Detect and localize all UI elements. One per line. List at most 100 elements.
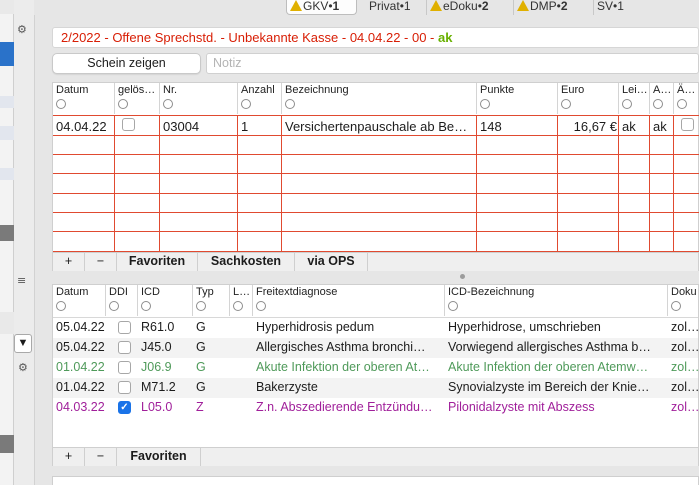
- table-row[interactable]: 01.04.22 J06.9 G Akute Infektion der oberen…: [53, 358, 698, 378]
- cell-bezeichnung: Pilonidalzyste mit Abszess: [448, 400, 595, 414]
- column-header-datum[interactable]: Datum: [53, 83, 115, 114]
- cell-a: ak: [653, 119, 667, 134]
- cell-doku: zol…: [671, 380, 698, 394]
- cell-freitext: Hyperhidrosis pedum: [256, 320, 375, 334]
- case-title: 2/2022 - Offene Sprechstd. - Unbekannte …: [52, 27, 699, 48]
- splitter-handle[interactable]: [460, 274, 465, 279]
- left-panel-row[interactable]: [0, 96, 14, 108]
- cell-doku: zol…: [671, 400, 698, 414]
- gear-icon[interactable]: ⚙: [18, 362, 28, 374]
- tab-label: SV: [597, 0, 614, 13]
- table-row[interactable]: 04.03.22 ✓ L05.0 Z Z.n. Abszedierende Entzün…: [53, 398, 698, 418]
- column-header-doku[interactable]: Doku: [668, 285, 699, 316]
- cell-icd: J06.9: [141, 360, 172, 374]
- cell-doku: zol…: [671, 320, 698, 334]
- case-status-badge: ak: [438, 30, 453, 45]
- column-header-nr[interactable]: Nr.: [160, 83, 238, 114]
- tab-gkv[interactable]: GKV•1: [286, 0, 357, 15]
- column-header-ddi[interactable]: DDI: [106, 285, 138, 316]
- tab-edoku[interactable]: eDoku•2: [426, 0, 513, 15]
- list-icon[interactable]: ≡: [17, 275, 26, 287]
- column-header-ae[interactable]: Ä…: [674, 83, 699, 114]
- cell-punkte: 148: [480, 119, 502, 134]
- favoriten-button[interactable]: Favoriten: [117, 448, 201, 466]
- column-header-lei[interactable]: Lei…: [619, 83, 650, 114]
- column-header-typ[interactable]: Typ: [193, 285, 230, 316]
- tab-sv[interactable]: SV•1: [593, 0, 643, 15]
- cell-anzahl: 1: [241, 119, 249, 134]
- column-header-a[interactable]: A…: [650, 83, 674, 114]
- cell-datum: 04.04.22: [56, 119, 107, 134]
- table-row[interactable]: 05.04.22 R61.0 G Hyperhidrosis pedum Hyperhi…: [53, 318, 698, 338]
- left-panel-selected-row[interactable]: [0, 42, 14, 66]
- tab-count: 1: [332, 0, 340, 13]
- left-panel-dark-row-2[interactable]: [0, 435, 14, 453]
- cell-datum: 04.03.22: [56, 400, 105, 414]
- cell-datum: 01.04.22: [56, 380, 105, 394]
- tab-bar: GKV•1 Privat•1 eDoku•2 DMP•2 SV•1: [286, 0, 699, 15]
- cell-icd: R61.0: [141, 320, 175, 334]
- left-panel-row[interactable]: [0, 168, 14, 180]
- tab-label: GKV: [303, 0, 329, 13]
- cell-datum: 05.04.22: [56, 320, 105, 334]
- remove-service-button[interactable]: −: [85, 253, 117, 271]
- ae-checkbox[interactable]: [681, 118, 694, 131]
- column-header-icd-bezeichnung[interactable]: ICD-Bezeichnung: [445, 285, 668, 316]
- tab-dmp[interactable]: DMP•2: [513, 0, 593, 15]
- cell-typ: G: [196, 320, 206, 334]
- services-button-bar: + − Favoriten Sachkosten via OPS: [53, 252, 698, 271]
- favoriten-button[interactable]: Favoriten: [117, 253, 198, 271]
- column-header-punkte[interactable]: Punkte: [477, 83, 558, 114]
- table-row[interactable]: 01.04.22 M71.2 G Bakerzyste Synovialzyste im…: [53, 378, 698, 398]
- ddi-checkbox[interactable]: ✓: [118, 401, 131, 414]
- column-header-bezeichnung[interactable]: Bezeichnung: [282, 83, 477, 114]
- cell-typ: G: [196, 380, 206, 394]
- warning-triangle-icon: [517, 0, 529, 11]
- schein-zeigen-button[interactable]: Schein zeigen: [52, 53, 201, 74]
- cell-typ: G: [196, 360, 206, 374]
- cell-icd: M71.2: [141, 380, 176, 394]
- tab-count: 1: [403, 0, 411, 13]
- add-service-button[interactable]: +: [53, 253, 85, 271]
- tab-label: DMP: [530, 0, 557, 13]
- cell-lei: ak: [622, 119, 636, 134]
- column-header-euro[interactable]: Euro: [558, 83, 619, 114]
- ddi-checkbox[interactable]: [118, 361, 131, 374]
- gear-icon[interactable]: ⚙: [17, 24, 27, 36]
- cell-doku: zol…: [671, 360, 698, 374]
- column-header-geloescht[interactable]: gelös…: [115, 83, 160, 114]
- tab-count: 2: [481, 0, 489, 13]
- column-header-l[interactable]: L…: [230, 285, 253, 316]
- column-header-freitextdiagnose[interactable]: Freitextdiagnose: [253, 285, 445, 316]
- notiz-input[interactable]: Notiz: [206, 53, 699, 74]
- ddi-checkbox[interactable]: [118, 341, 131, 354]
- add-diagnosis-button[interactable]: +: [53, 448, 85, 466]
- left-panel-fragment: [0, 0, 14, 485]
- sachkosten-button[interactable]: Sachkosten: [198, 253, 295, 271]
- filter-icon[interactable]: ▼: [14, 334, 32, 353]
- cell-doku: zol…: [671, 340, 698, 354]
- geloescht-checkbox[interactable]: [122, 118, 135, 131]
- cell-icd: J45.0: [141, 340, 172, 354]
- column-header-datum[interactable]: Datum: [53, 285, 106, 316]
- left-panel-dark-row[interactable]: [0, 225, 14, 241]
- column-header-icd[interactable]: ICD: [138, 285, 193, 316]
- ddi-checkbox[interactable]: [118, 321, 131, 334]
- warning-triangle-icon: [290, 0, 302, 11]
- ddi-checkbox[interactable]: [118, 381, 131, 394]
- remove-diagnosis-button[interactable]: −: [85, 448, 117, 466]
- warning-triangle-icon: [430, 0, 442, 11]
- cell-datum: 05.04.22: [56, 340, 105, 354]
- tab-privat[interactable]: Privat•1: [366, 0, 428, 15]
- cell-euro: 16,67 €: [573, 119, 617, 134]
- via-ops-button[interactable]: via OPS: [295, 253, 368, 271]
- diagnoses-button-bar: + − Favoriten: [53, 447, 698, 466]
- cell-bezeichnung: Synovialzyste im Bereich der Knie…: [448, 380, 650, 394]
- left-panel-row[interactable]: [0, 126, 14, 140]
- table-row[interactable]: 05.04.22 J45.0 G Allergisches Asthma bronch…: [53, 338, 698, 358]
- column-header-anzahl[interactable]: Anzahl: [238, 83, 282, 114]
- diagnoses-table: Datum DDI ICD Typ L… Freitextdiagnose IC…: [52, 284, 699, 466]
- case-title-text: 2/2022 - Offene Sprechstd. - Unbekannte …: [61, 30, 438, 45]
- cell-bezeichnung: Versichertenpauschale ab Be…: [285, 119, 468, 134]
- cell-icd: L05.0: [141, 400, 173, 414]
